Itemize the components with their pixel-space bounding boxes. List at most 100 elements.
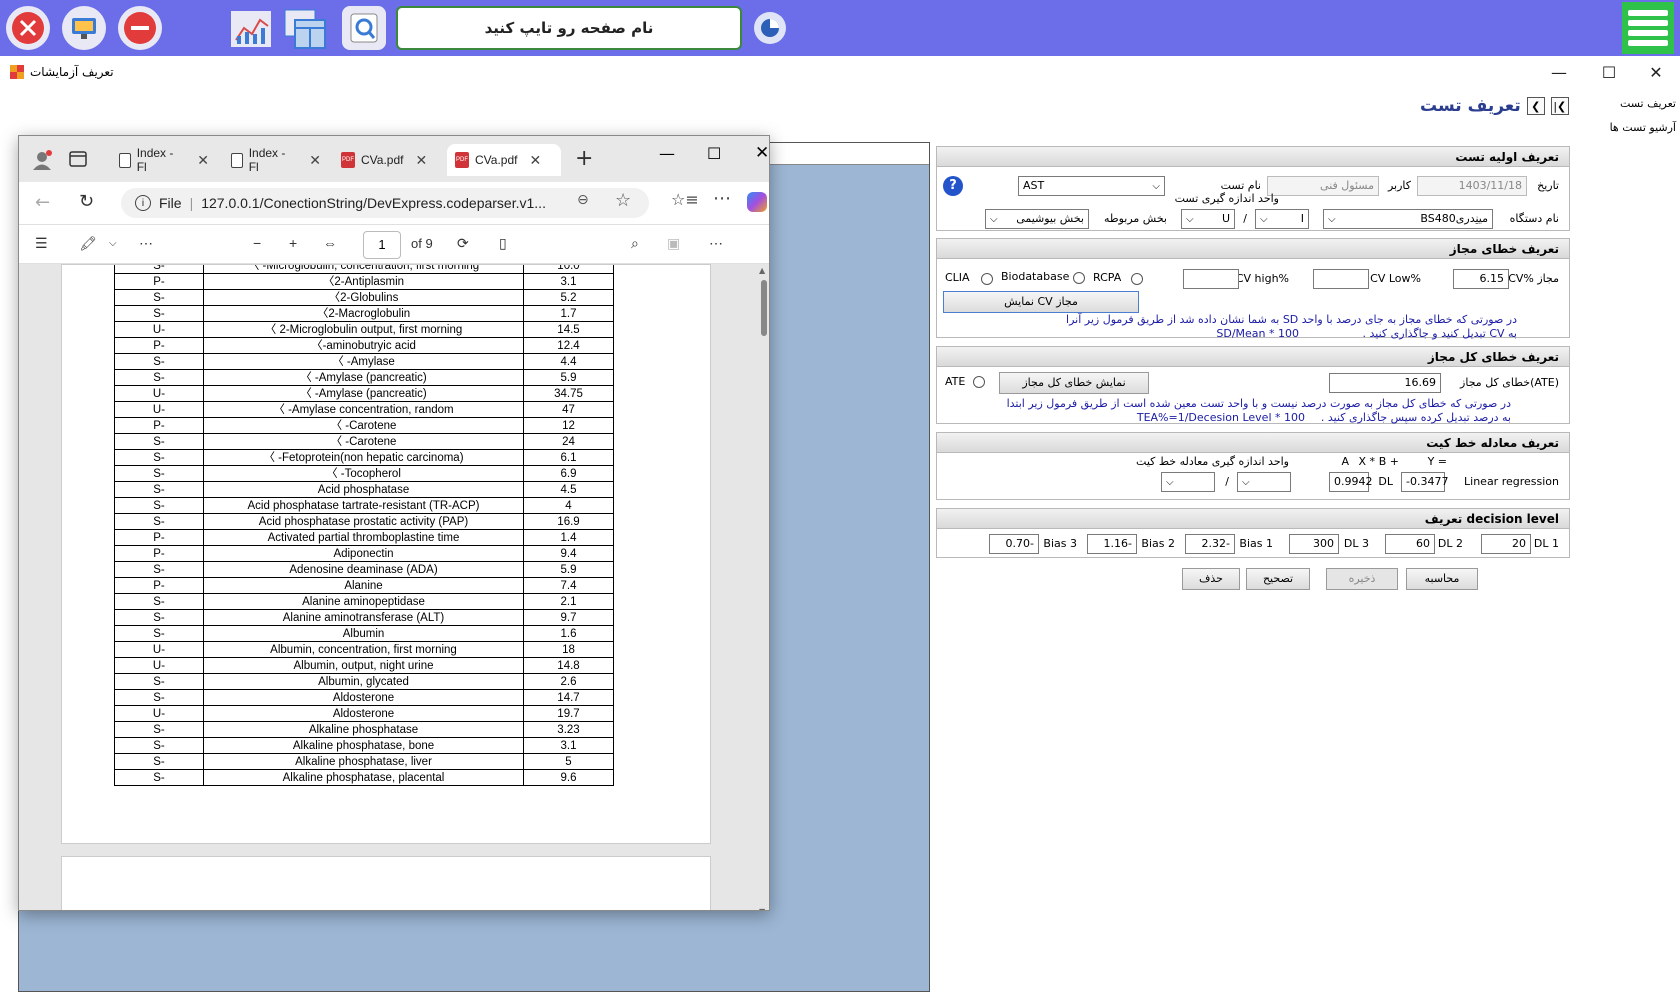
reports-button[interactable] <box>228 6 274 52</box>
zoom-in-icon[interactable]: + <box>289 235 297 251</box>
tab-actions-button[interactable] <box>69 150 87 171</box>
line-unit-separator: / <box>1225 475 1229 488</box>
info-icon[interactable]: i <box>135 195 151 211</box>
scroll-down-icon[interactable]: ▼ <box>759 907 765 910</box>
rotate-icon[interactable]: ⟳ <box>457 235 469 252</box>
line-unit-select-1[interactable]: ⌵ <box>1237 472 1291 492</box>
minimize-app-button[interactable] <box>118 6 162 50</box>
close-tab-icon[interactable]: ✕ <box>415 152 427 169</box>
browser-tab-1[interactable]: Index - Fl ✕ <box>111 144 217 176</box>
url-bar[interactable]: i File | 127.0.0.1/ConectionString/DevEx… <box>121 188 649 218</box>
hamburger-menu-button[interactable] <box>1622 2 1674 54</box>
zoom-out-icon[interactable]: − <box>253 235 261 251</box>
calculate-button[interactable]: محاسبه <box>1406 568 1478 590</box>
help-icon[interactable]: ? <box>943 176 963 196</box>
tab-actions-icon <box>69 151 87 167</box>
windows-button[interactable] <box>282 6 328 52</box>
table-row: S- Alanine aminopeptidase 2.1 <box>114 593 614 610</box>
date-field[interactable]: 1403/11/18 <box>1417 176 1527 196</box>
favorites-icon[interactable]: ☆≡ <box>671 190 699 209</box>
more-icon[interactable]: ⋯ <box>713 188 731 209</box>
unit-select-2[interactable]: U ⌵ <box>1181 209 1235 229</box>
browser-tab-3[interactable]: PDF CVa.pdf ✕ <box>333 144 441 176</box>
show-cv-button[interactable]: نمایش CV مجاز <box>943 291 1139 313</box>
device-value: BS480مینِدری <box>1420 212 1488 225</box>
a-field[interactable]: 0.9942 <box>1329 472 1373 492</box>
cv-note-formula: SD/Mean * 100 <box>1216 327 1299 340</box>
dl3-field[interactable]: 300 <box>1289 534 1339 554</box>
nav-first-button[interactable]: |❮ <box>1550 97 1569 115</box>
close-tab-icon[interactable]: ✕ <box>529 152 541 169</box>
scroll-thumb[interactable] <box>761 280 767 336</box>
table-cell-analyte: 〈 -Microglobulin, concentration, first m… <box>203 265 524 274</box>
regression-label: Linear regression <box>1464 475 1559 488</box>
back-button[interactable]: ← <box>35 192 50 213</box>
bias3-field[interactable]: 0.70- <box>989 534 1039 554</box>
ate-radio[interactable] <box>973 376 985 388</box>
go-button[interactable] <box>750 8 790 48</box>
zoom-icon[interactable]: ⊖ <box>577 192 589 208</box>
pdf-viewer[interactable]: S- 〈 -Microglobulin, concentration, first… <box>19 264 769 910</box>
section-select[interactable]: بخش بیوشیمی ⌵ <box>985 209 1089 229</box>
clia-radio[interactable] <box>981 273 993 285</box>
pdf-more-icon[interactable]: ⋯ <box>709 235 723 252</box>
profile-avatar[interactable] <box>31 149 53 174</box>
page-number-input[interactable]: 1 <box>363 231 401 259</box>
new-tab-button[interactable]: + <box>575 146 593 171</box>
favorite-star-icon[interactable]: ☆ <box>615 190 631 211</box>
chevron-down-icon: ⌵ <box>1328 214 1336 225</box>
browser-maximize-button[interactable]: ☐ <box>707 144 721 163</box>
test-name-select[interactable]: AST ⌵ <box>1018 176 1165 196</box>
cv-high-field[interactable] <box>1183 269 1239 289</box>
browser-minimize-button[interactable]: — <box>659 144 675 163</box>
desktop-button[interactable] <box>62 6 106 50</box>
search-button[interactable] <box>342 6 386 50</box>
cv-section-heading: تعریف خطای مجاز <box>937 239 1569 259</box>
user-field[interactable]: مسئول فنی <box>1267 176 1379 196</box>
minimize-button[interactable]: — <box>1548 62 1570 84</box>
cv-field[interactable]: 6.15 <box>1453 269 1509 289</box>
close-button[interactable]: ✕ <box>1645 62 1667 84</box>
close-tab-icon[interactable]: ✕ <box>309 152 321 169</box>
contents-icon[interactable]: ☰ <box>35 235 48 252</box>
show-ate-button[interactable]: نمایش خطای کل مجاز <box>999 372 1149 394</box>
unit-select-1[interactable]: I ⌵ <box>1255 209 1309 229</box>
more-tools-icon[interactable]: ⋯ <box>139 235 153 252</box>
maximize-button[interactable]: ☐ <box>1598 62 1620 84</box>
save-icon[interactable]: ▣ <box>667 235 680 252</box>
table-cell-cv: 5.9 <box>523 561 614 578</box>
page-search-input[interactable]: نام صفحه رو تایپ کنید <box>396 6 742 50</box>
device-select[interactable]: BS480مینِدری ⌵ <box>1323 209 1493 229</box>
close-tab-icon[interactable]: ✕ <box>197 152 209 169</box>
cv-low-field[interactable] <box>1313 269 1369 289</box>
save-button[interactable]: ذخیره <box>1326 568 1398 590</box>
nav-prev-button[interactable]: ❮ <box>1526 97 1545 115</box>
side-nav-item-define-test[interactable]: تعریف تست <box>1586 92 1676 116</box>
dl2-field[interactable]: 60 <box>1385 534 1435 554</box>
delete-button[interactable]: حذف <box>1182 568 1240 590</box>
line-unit-select-2[interactable]: ⌵ <box>1161 472 1215 492</box>
biodatabase-radio[interactable] <box>1073 272 1085 284</box>
bias1-field[interactable]: 2.32- <box>1185 534 1235 554</box>
chevron-down-icon[interactable]: ⌵ <box>109 238 117 249</box>
side-nav-item-archive[interactable]: آرشیو تست ها <box>1586 116 1676 140</box>
browser-tab-2[interactable]: Index - Fl ✕ <box>223 144 329 176</box>
rcpa-radio[interactable] <box>1131 273 1143 285</box>
search-icon[interactable]: ⌕ <box>631 235 639 252</box>
page-view-icon[interactable]: ▯ <box>499 235 507 252</box>
b-field[interactable]: -0.3477 <box>1401 472 1448 492</box>
highlight-icon[interactable]: 🖍 <box>79 235 97 252</box>
copilot-icon[interactable] <box>747 192 767 212</box>
fit-width-icon[interactable]: ⇔ <box>323 235 337 251</box>
table-cell-cv: 24 <box>523 433 614 450</box>
bias2-field[interactable]: 1.16- <box>1087 534 1137 554</box>
browser-close-button[interactable]: ✕ <box>755 143 769 163</box>
scroll-up-icon[interactable]: ▲ <box>759 266 765 275</box>
edit-button[interactable]: تصحیح <box>1246 568 1310 590</box>
dl1-field[interactable]: 20 <box>1481 534 1531 554</box>
refresh-button[interactable]: ↻ <box>79 191 94 212</box>
close-app-button[interactable] <box>6 6 50 50</box>
browser-tab-4[interactable]: PDF CVa.pdf ✕ <box>447 144 561 176</box>
ate-field[interactable]: 16.69 <box>1329 373 1441 393</box>
pdf-scrollbar[interactable]: ▲ ▼ <box>759 266 769 910</box>
